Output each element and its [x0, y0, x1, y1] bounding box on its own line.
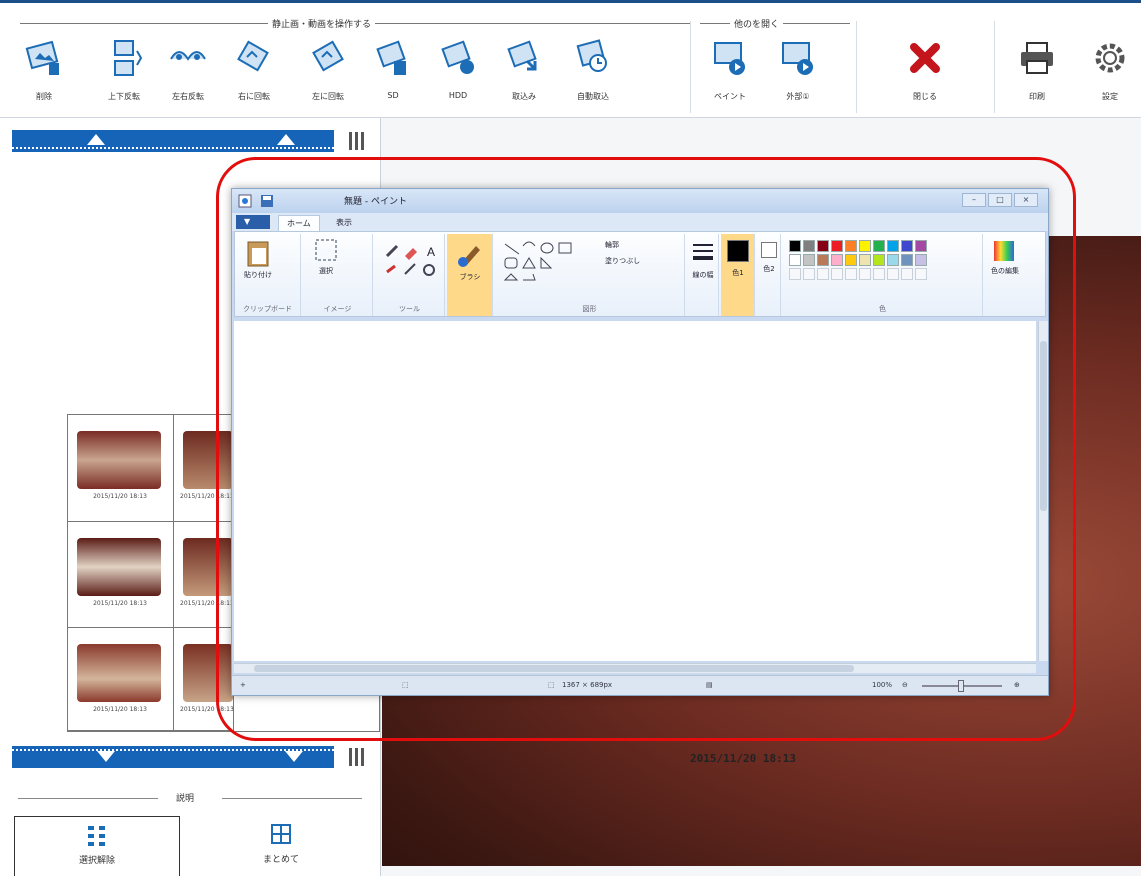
thumbnail-item[interactable]: 2015/11/20 18:13	[68, 522, 174, 628]
thumbnail-timestamp: 2015/11/20 18:13	[93, 493, 147, 500]
flip-horizontal-label: 左右反転	[172, 92, 204, 101]
column-toggle-icon[interactable]	[346, 746, 366, 768]
highlight-annotation	[216, 157, 1076, 741]
scroll-down-icon[interactable]	[94, 747, 118, 765]
scroll-down-fast-icon[interactable]	[282, 747, 306, 765]
deselect-icon	[88, 826, 105, 846]
paint-icon	[714, 42, 745, 75]
tooth-photo	[77, 538, 161, 596]
close-label: 閉じる	[913, 92, 937, 101]
rotate-left-icon	[312, 40, 344, 72]
scroll-up-fast-icon[interactable]	[274, 131, 298, 149]
rotate-right-button[interactable]: 右に回転	[224, 37, 284, 115]
rotate-right-label: 右に回転	[238, 92, 270, 101]
print-label: 印刷	[1029, 92, 1045, 101]
hdd-button[interactable]: HDD	[428, 37, 488, 115]
import-label: 取込み	[512, 92, 536, 101]
scroll-up-icon[interactable]	[84, 131, 108, 149]
settings-label: 設定	[1102, 92, 1118, 101]
auto-import-button[interactable]: 自動取込	[563, 37, 623, 115]
close-button[interactable]: 閉じる	[895, 37, 955, 115]
delete-label: 削除	[36, 92, 52, 101]
rotate-left-button[interactable]: 左に回転	[298, 37, 358, 115]
external-app-label: 外部①	[786, 92, 810, 101]
print-icon	[1021, 42, 1053, 74]
auto-import-icon	[576, 39, 607, 72]
app-window: 静止画・動画を操作する 他のを開く 削除 上下反転 左右反転 右に回転 左に回転	[0, 0, 1141, 876]
thumbnail-item[interactable]: 2015/11/20 18:13	[68, 415, 174, 522]
photo-timestamp: 2015/11/20 18:13	[690, 752, 796, 765]
flip-vertical-label: 上下反転	[108, 92, 140, 101]
column-toggle-icon[interactable]	[346, 130, 366, 152]
group-title-still-video: 静止画・動画を操作する	[20, 17, 690, 31]
settings-button[interactable]: 設定	[1080, 37, 1140, 115]
import-icon	[507, 40, 537, 71]
hdd-label: HDD	[448, 91, 468, 100]
flip-horizontal-button[interactable]: 左右反転	[158, 37, 218, 115]
deselect-button[interactable]: 選択解除	[14, 816, 180, 876]
delete-button[interactable]: 削除	[14, 37, 74, 115]
close-icon	[910, 43, 940, 73]
tooth-photo	[77, 431, 161, 489]
external-app-icon	[782, 42, 813, 75]
paint-button[interactable]: ペイント	[700, 37, 760, 115]
settings-icon	[1095, 43, 1125, 73]
paint-label: ペイント	[714, 92, 746, 101]
delete-image-icon	[25, 40, 59, 75]
thumbnail-item[interactable]: 2015/11/20 18:13	[68, 628, 174, 731]
tooth-photo	[77, 644, 161, 702]
combine-icon	[271, 824, 291, 844]
external-app-button[interactable]: 外部①	[768, 37, 828, 115]
sd-label: SD	[387, 91, 399, 100]
thumbnail-timestamp: 2015/11/20 18:13	[93, 600, 147, 607]
hdd-icon	[441, 40, 474, 74]
group-title-other: 他のを開く	[700, 17, 850, 31]
import-button[interactable]: 取込み	[494, 37, 554, 115]
section-label: 説明	[176, 794, 195, 804]
top-scroll-bar	[12, 130, 334, 152]
sd-button[interactable]: SD	[363, 37, 423, 115]
print-button[interactable]: 印刷	[1007, 37, 1067, 115]
flip-vertical-icon	[114, 40, 143, 76]
rotate-right-icon	[237, 40, 269, 72]
bottom-scroll-bar	[12, 746, 334, 768]
sd-icon	[376, 40, 406, 75]
rotate-left-label: 左に回転	[312, 92, 344, 101]
flip-horizontal-icon	[170, 51, 206, 61]
deselect-label: 選択解除	[78, 856, 115, 866]
flip-vertical-button[interactable]: 上下反転	[94, 37, 154, 115]
combine-label: まとめて	[262, 855, 299, 865]
thumbnail-timestamp: 2015/11/20 18:13	[93, 706, 147, 713]
auto-import-label: 自動取込	[577, 92, 609, 101]
main-toolbar: 静止画・動画を操作する 他のを開く 削除 上下反転 左右反転 右に回転 左に回転	[0, 0, 1141, 118]
combine-button[interactable]: まとめて	[196, 816, 366, 876]
